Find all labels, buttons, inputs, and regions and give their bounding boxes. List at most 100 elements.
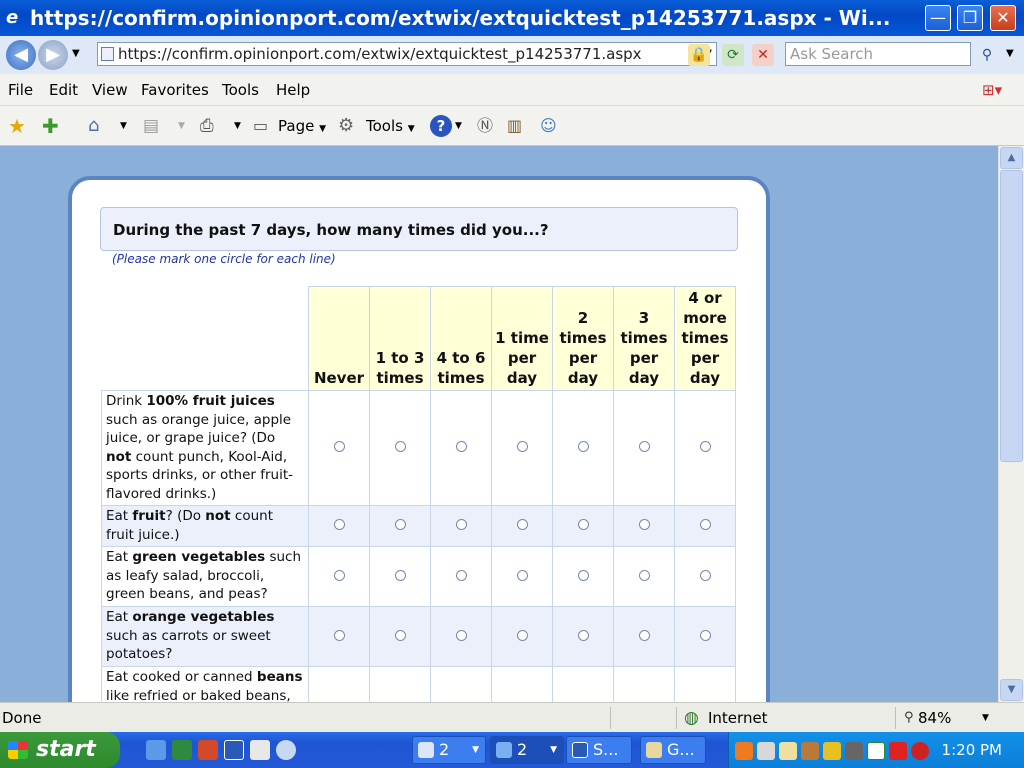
internet-globe-icon: ◍ [684,708,699,728]
toolbar-options-icon[interactable]: ⊞▾ [982,74,1002,106]
radio-2-times-per-day[interactable] [577,569,589,581]
quicklaunch-media-icon[interactable] [276,740,296,760]
system-tray: 1:20 PM [728,732,1024,768]
scroll-thumb[interactable] [1000,170,1023,462]
radio-4-to-6-times[interactable] [455,569,467,581]
search-options-icon[interactable]: ▼ [1006,48,1014,59]
menu-favorites[interactable]: Favorites [141,74,209,106]
menu-view[interactable]: View [92,74,128,106]
taskbar-item-word[interactable]: S... [566,736,632,764]
question-bold: fruit [132,508,166,524]
zoom-dropdown-icon[interactable]: ▼ [982,703,989,733]
research-icon[interactable]: Ⓝ [477,106,493,146]
radio-3-times-per-day[interactable] [638,519,650,530]
home-dropdown-icon[interactable]: ▼ [120,106,127,146]
print-icon[interactable]: ⎙ [200,106,214,146]
feeds-dropdown-icon[interactable]: ▼ [178,106,185,146]
question-text: ? (Do [165,508,206,524]
menu-tools[interactable]: Tools [222,74,259,106]
radio-never[interactable] [333,569,345,581]
radio-4-or-more-times-per-day[interactable] [699,629,711,641]
zoom-level[interactable]: 84% [918,703,951,733]
radio-3-times-per-day[interactable] [638,569,650,581]
refresh-icon[interactable]: ⟳ [722,44,744,66]
tray-user-icon[interactable] [801,742,819,760]
quicklaunch-ie-icon[interactable] [146,740,166,760]
vertical-scrollbar[interactable]: ▲ ▼ [998,146,1024,702]
lock-icon[interactable]: 🔒 [688,44,710,66]
tray-n-icon[interactable] [889,742,907,760]
radio-4-to-6-times[interactable] [455,519,467,530]
command-bar: ★ ✚ ⌂ ▼ ▤ ▼ ⎙ ▼ ▭ Page ▼ ⚙ Tools ▼ ? ▼ Ⓝ… [0,106,1024,146]
radio-2-times-per-day[interactable] [577,519,589,530]
minimize-button[interactable]: — [925,5,951,31]
menu-edit[interactable]: Edit [49,74,78,106]
add-favorite-icon[interactable]: ✚ [42,106,59,146]
search-icon[interactable]: ⚲ [976,44,998,66]
tray-network-icon[interactable] [757,742,775,760]
page-menu-button[interactable]: Page ▼ [278,106,326,149]
radio-4-or-more-times-per-day[interactable] [699,441,711,452]
feeds-icon[interactable]: ▤ [143,106,159,146]
messenger-icon[interactable]: ☺ [540,106,557,146]
history-dropdown-icon[interactable]: ▼ [72,48,80,59]
radio-4-to-6-times[interactable] [455,441,467,452]
radio-1-to-3-times[interactable] [394,629,406,641]
radio-1-time-per-day[interactable] [516,519,528,530]
home-icon[interactable]: ⌂ [88,106,99,146]
tray-disk-icon[interactable] [845,742,863,760]
print-dropdown-icon[interactable]: ▼ [234,106,241,146]
page-viewport: During the past 7 days, how many times d… [0,146,998,702]
tools-menu-button[interactable]: Tools ▼ [366,106,415,149]
back-button[interactable]: ◀ [6,40,36,70]
tray-security-icon[interactable] [911,742,929,760]
help-dropdown-icon[interactable]: ▼ [455,106,462,146]
radio-3-times-per-day[interactable] [638,629,650,641]
restore-button[interactable]: ❐ [957,5,983,31]
radio-1-to-3-times[interactable] [394,441,406,452]
menu-help[interactable]: Help [276,74,310,106]
quicklaunch-word-icon[interactable] [224,740,244,760]
radio-2-times-per-day[interactable] [577,629,589,641]
radio-4-or-more-times-per-day[interactable] [699,519,711,530]
radio-1-to-3-times[interactable] [394,519,406,530]
response-grid: Never 1 to 3 times 4 to 6 times 1 time p… [101,286,736,702]
quicklaunch-powerpoint-icon[interactable] [198,740,218,760]
radio-3-times-per-day[interactable] [638,441,650,452]
tray-app-icon[interactable] [735,742,753,760]
radio-4-to-6-times[interactable] [455,629,467,641]
window-titlebar[interactable]: e https://confirm.opinionport.com/extwix… [0,0,1024,36]
radio-1-time-per-day[interactable] [516,629,528,641]
start-button[interactable]: start [0,732,120,768]
column-header: 1 to 3 times [369,286,431,391]
radio-never[interactable] [333,629,345,641]
search-input[interactable]: Ask Search [785,42,971,66]
radio-never[interactable] [333,441,345,452]
radio-never[interactable] [333,519,345,530]
taskbar-group-ie[interactable]: 2 ▼ [490,736,564,764]
quicklaunch-outlook-icon[interactable] [250,740,270,760]
scroll-up-icon[interactable]: ▲ [1000,147,1023,169]
forward-button[interactable]: ▶ [38,40,68,70]
radio-4-or-more-times-per-day[interactable] [699,569,711,581]
research-books-icon[interactable]: ▥ [507,106,522,146]
tray-shield-icon[interactable] [823,742,841,760]
radio-2-times-per-day[interactable] [577,441,589,452]
radio-1-to-3-times[interactable] [394,569,406,581]
taskbar-group-explorer[interactable]: 2 ▼ [412,736,486,764]
scroll-down-icon[interactable]: ▼ [1000,679,1023,701]
question-bold: orange vegetables [132,609,275,625]
stop-icon[interactable]: ✕ [752,44,774,66]
favorites-star-icon[interactable]: ★ [8,106,26,146]
menu-file[interactable]: File [8,74,33,106]
tray-vnc-icon[interactable] [867,742,885,760]
windows-flag-icon [8,741,28,759]
tray-lock-icon[interactable] [779,742,797,760]
quicklaunch-excel-icon[interactable] [172,740,192,760]
help-icon[interactable]: ? [430,115,452,137]
close-window-button[interactable]: ✕ [990,5,1016,31]
url-field[interactable]: https://confirm.opinionport.com/extwix/e… [97,42,717,66]
radio-1-time-per-day[interactable] [516,569,528,581]
taskbar-item-graphics[interactable]: G... [640,736,706,764]
radio-1-time-per-day[interactable] [516,441,528,452]
